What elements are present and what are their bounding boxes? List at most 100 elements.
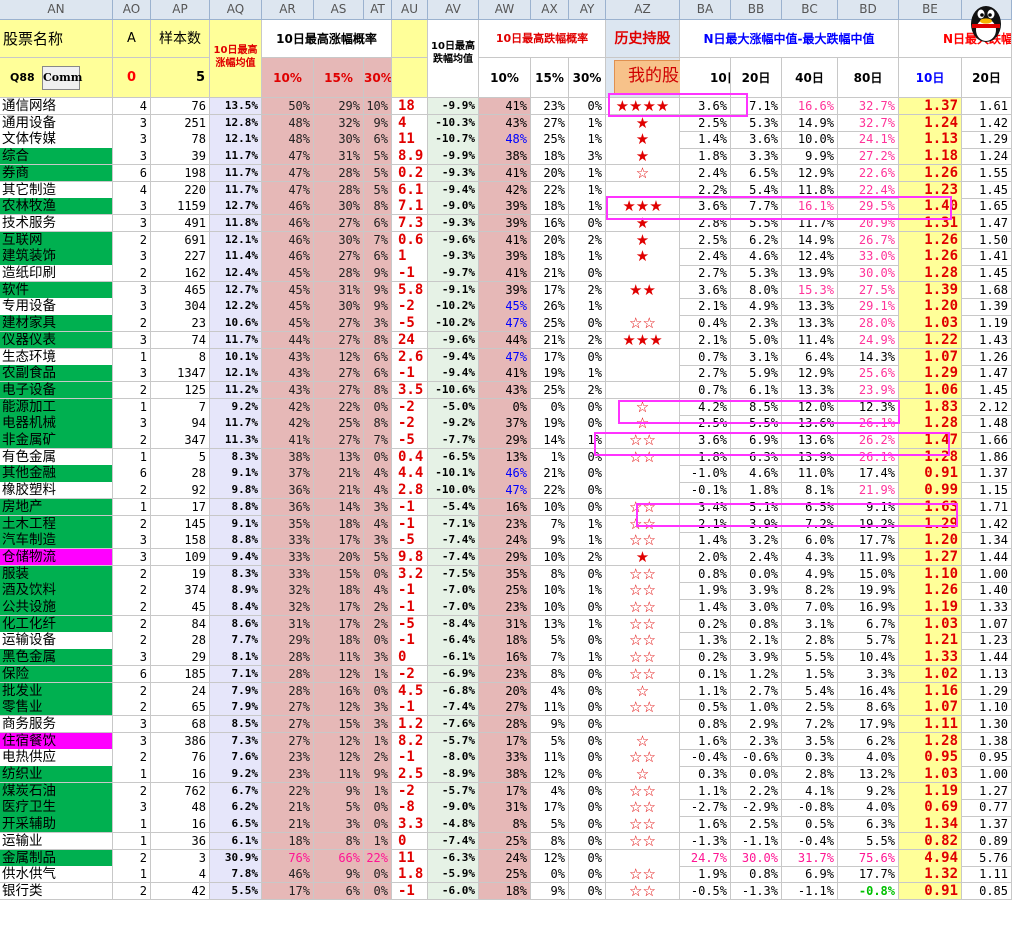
- row-name[interactable]: 汽车制造: [0, 532, 113, 550]
- column-header-ay[interactable]: AY: [569, 0, 606, 20]
- row-name[interactable]: 公共设施: [0, 599, 113, 617]
- row-name[interactable]: 建筑装饰: [0, 248, 113, 266]
- cell-bb: 0.8%: [731, 615, 782, 633]
- row-name[interactable]: 土木工程: [0, 515, 113, 533]
- cell-ba: 2.0%: [680, 548, 731, 567]
- cell-bb: 2.7%: [731, 682, 782, 700]
- row-name[interactable]: 券商: [0, 164, 113, 183]
- row-name[interactable]: 文体传媒: [0, 131, 113, 149]
- cell-ar: 45%: [262, 265, 314, 283]
- cell-ax: 10%: [531, 599, 569, 617]
- column-header-as[interactable]: AS: [314, 0, 364, 20]
- cell-ax: 20%: [531, 231, 569, 249]
- cell-be: 1.27: [899, 548, 962, 567]
- row-name[interactable]: 有色金属: [0, 448, 113, 466]
- row-name[interactable]: 化工化纤: [0, 615, 113, 633]
- cell-a: 2: [113, 682, 151, 700]
- row-name[interactable]: 造纸印刷: [0, 265, 113, 283]
- cell-bf: 1.47: [962, 365, 1012, 383]
- column-header-ar[interactable]: AR: [262, 0, 314, 20]
- cell-as: 9%: [314, 782, 364, 800]
- column-header-bd[interactable]: BD: [838, 0, 899, 20]
- row-name[interactable]: 非金属矿: [0, 432, 113, 450]
- cell-bf: 0.77: [962, 799, 1012, 817]
- cell-bd: 75.6%: [838, 849, 899, 867]
- cell-aw: 41%: [479, 164, 531, 183]
- row-name[interactable]: 专用设备: [0, 298, 113, 316]
- row-name[interactable]: 其他金融: [0, 465, 113, 483]
- row-name[interactable]: 电子设备: [0, 381, 113, 400]
- cell-ay: 0%: [569, 599, 606, 617]
- comm-button[interactable]: Comm: [42, 66, 82, 90]
- row-name[interactable]: 服装: [0, 565, 113, 583]
- column-header-aw[interactable]: AW: [479, 0, 531, 20]
- row-name[interactable]: 通用设备: [0, 114, 113, 132]
- column-header-be[interactable]: BE: [899, 0, 962, 20]
- penguin-avatar-icon[interactable]: [963, 0, 1009, 44]
- column-header-at[interactable]: AT: [364, 0, 392, 20]
- row-name[interactable]: 开采辅助: [0, 816, 113, 834]
- row-name[interactable]: 综合: [0, 148, 113, 166]
- column-header-aq[interactable]: AQ: [210, 0, 262, 20]
- row-name[interactable]: 运输业: [0, 832, 113, 851]
- column-header-bc[interactable]: BC: [782, 0, 838, 20]
- row-name[interactable]: 金属制品: [0, 849, 113, 867]
- row-name[interactable]: 农林牧渔: [0, 198, 113, 216]
- row-name[interactable]: 农副食品: [0, 365, 113, 383]
- cell-aq: 8.6%: [210, 615, 262, 633]
- column-header-az[interactable]: AZ: [606, 0, 680, 20]
- cell-ay: 0%: [569, 665, 606, 684]
- row-name[interactable]: 互联网: [0, 231, 113, 249]
- column-header-an[interactable]: AN: [0, 0, 113, 20]
- cell-az: ☆☆: [606, 515, 680, 533]
- cell-ay: 0%: [569, 398, 606, 416]
- cell-at: 4%: [364, 482, 392, 500]
- column-header-au[interactable]: AU: [392, 0, 428, 20]
- row-name[interactable]: 其它制造: [0, 181, 113, 199]
- row-name[interactable]: 黑色金属: [0, 649, 113, 667]
- row-name[interactable]: 生态环境: [0, 348, 113, 366]
- row-name[interactable]: 仪器仪表: [0, 331, 113, 350]
- cell-az: [606, 849, 680, 867]
- row-name[interactable]: 橡胶塑料: [0, 482, 113, 500]
- row-name[interactable]: 酒及饮料: [0, 582, 113, 600]
- row-name[interactable]: 技术服务: [0, 214, 113, 233]
- row-name[interactable]: 商务服务: [0, 715, 113, 734]
- cell-n: 29: [151, 649, 210, 667]
- cell-as: 28%: [314, 164, 364, 183]
- row-name[interactable]: 保险: [0, 665, 113, 684]
- row-name[interactable]: 煤炭石油: [0, 782, 113, 800]
- column-header-bb[interactable]: BB: [731, 0, 782, 20]
- cell-bf: 1.34: [962, 532, 1012, 550]
- row-name[interactable]: 住宿餐饮: [0, 732, 113, 750]
- row-name[interactable]: 软件: [0, 281, 113, 299]
- row-name[interactable]: 供水供气: [0, 866, 113, 884]
- row-name[interactable]: 电热供应: [0, 749, 113, 767]
- row-name[interactable]: 纺织业: [0, 766, 113, 784]
- row-name[interactable]: 能源加工: [0, 398, 113, 416]
- cell-bb: 0.0%: [731, 565, 782, 583]
- column-header-ba[interactable]: BA: [680, 0, 731, 20]
- cell-be: 1.47: [899, 432, 962, 450]
- cell-n: 7: [151, 398, 210, 416]
- row-name[interactable]: 电器机械: [0, 415, 113, 433]
- row-name[interactable]: 仓储物流: [0, 548, 113, 567]
- cell-ax: 25%: [531, 315, 569, 333]
- cell-n: 465: [151, 281, 210, 299]
- row-name[interactable]: 银行类: [0, 882, 113, 901]
- row-name[interactable]: 房地产: [0, 498, 113, 517]
- column-header-av[interactable]: AV: [428, 0, 479, 20]
- row-name[interactable]: 批发业: [0, 682, 113, 700]
- row-name[interactable]: 运输设备: [0, 632, 113, 650]
- cell-ar: 27%: [262, 699, 314, 717]
- cell-as: 12%: [314, 348, 364, 366]
- row-name[interactable]: 零售业: [0, 699, 113, 717]
- column-header-ax[interactable]: AX: [531, 0, 569, 20]
- row-name[interactable]: 建材家具: [0, 315, 113, 333]
- row-name[interactable]: 医疗卫生: [0, 799, 113, 817]
- row-name[interactable]: 通信网络: [0, 98, 113, 116]
- cell-ay: 0%: [569, 98, 606, 116]
- cell-az: ☆☆: [606, 432, 680, 450]
- column-header-ap[interactable]: AP: [151, 0, 210, 20]
- column-header-ao[interactable]: AO: [113, 0, 151, 20]
